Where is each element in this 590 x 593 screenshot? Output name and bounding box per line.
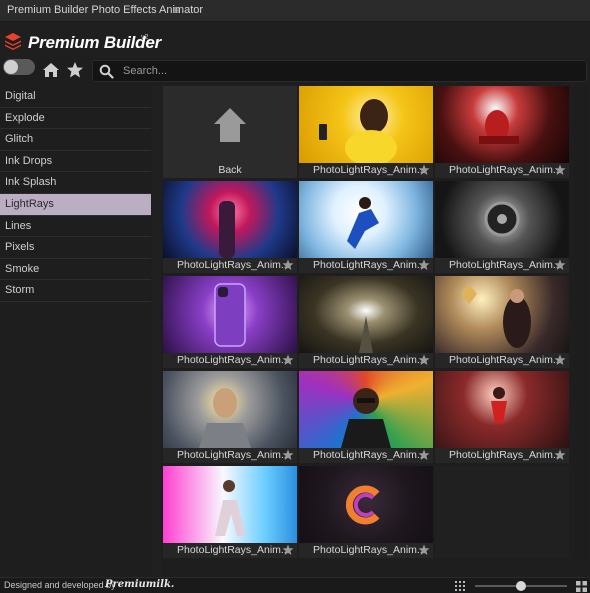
sidebar-item-pixels[interactable]: Pixels [0, 237, 151, 259]
preset-thumb [299, 276, 433, 353]
preset-label: PhotoLightRays_Anim... [435, 353, 569, 368]
search-box [92, 60, 587, 82]
favorite-star-icon[interactable] [554, 449, 566, 461]
favorite-star-icon[interactable] [418, 449, 430, 461]
preset-tile[interactable]: PhotoLightRays_Anim... [299, 466, 433, 558]
preset-tile[interactable]: PhotoLightRays_Anim... [299, 276, 433, 368]
favorite-star-icon[interactable] [554, 164, 566, 176]
preset-tile[interactable]: PhotoLightRays_Anim... [435, 86, 569, 178]
brand-header: Premium Builder v2 [0, 22, 590, 58]
preset-thumb [299, 86, 433, 163]
mode-toggle[interactable] [3, 59, 35, 75]
preset-label: PhotoLightRays_Anim... [299, 543, 433, 558]
preset-tile[interactable]: PhotoLightRays_Anim... [299, 181, 433, 273]
preset-thumb [435, 276, 569, 353]
favorite-star-icon[interactable] [418, 544, 430, 556]
sidebar-scrollbar[interactable] [152, 86, 161, 576]
search-input[interactable] [123, 63, 573, 79]
toolbar [0, 58, 590, 84]
preset-label: PhotoLightRays_Anim... [163, 448, 297, 463]
sidebar-item-lightrays[interactable]: LightRays [0, 193, 151, 216]
preset-tile[interactable]: PhotoLightRays_Anim... [163, 371, 297, 463]
sidebar-item-ink-splash[interactable]: Ink Splash [0, 172, 151, 194]
favorite-star-icon[interactable] [282, 544, 294, 556]
preset-label: PhotoLightRays_Anim... [163, 353, 297, 368]
preset-tile[interactable]: PhotoLightRays_Anim... [163, 276, 297, 368]
preset-tile[interactable]: PhotoLightRays_Anim... [163, 181, 297, 273]
preset-thumb [163, 466, 297, 543]
favorite-star-icon[interactable] [418, 354, 430, 366]
preset-label: PhotoLightRays_Anim... [163, 258, 297, 273]
preset-tile[interactable]: PhotoLightRays_Anim... [299, 86, 433, 178]
search-icon [99, 64, 114, 79]
back-tile[interactable]: Back [163, 86, 297, 178]
brand-version: v2 [141, 34, 149, 41]
grid-scrollbar[interactable] [575, 86, 588, 562]
preset-label: PhotoLightRays_Anim... [299, 353, 433, 368]
preset-thumb [299, 181, 433, 258]
back-label: Back [163, 163, 297, 178]
preset-thumb [435, 181, 569, 258]
preset-label: PhotoLightRays_Anim... [299, 258, 433, 273]
preset-label: PhotoLightRays_Anim... [435, 258, 569, 273]
category-sidebar: Digital Explode Glitch Ink Drops Ink Spl… [0, 86, 151, 576]
favorite-star-icon[interactable] [418, 259, 430, 271]
preset-tile[interactable]: PhotoLightRays_Anim... [435, 276, 569, 368]
sidebar-item-glitch[interactable]: Glitch [0, 129, 151, 151]
preset-thumb [163, 371, 297, 448]
favorite-star-icon[interactable] [554, 354, 566, 366]
preset-tile[interactable]: PhotoLightRays_Anim... [435, 371, 569, 463]
title-bar: Premium Builder Photo Effects Animator ≡ [0, 0, 590, 22]
preset-thumb [299, 466, 433, 543]
brand-signature: Premiumilk. [105, 579, 175, 590]
sidebar-item-digital[interactable]: Digital [0, 86, 151, 108]
preset-label: PhotoLightRays_Anim... [299, 448, 433, 463]
preset-label: PhotoLightRays_Anim... [435, 163, 569, 178]
favorite-star-icon[interactable] [554, 259, 566, 271]
preset-tile[interactable]: PhotoLightRays_Anim... [163, 466, 297, 558]
back-thumb [163, 86, 297, 163]
home-icon[interactable] [42, 62, 60, 78]
favorite-star-icon[interactable] [418, 164, 430, 176]
empty-slot [435, 466, 569, 558]
large-grid-icon[interactable] [576, 581, 587, 592]
preset-thumb [163, 181, 297, 258]
preset-tile[interactable]: PhotoLightRays_Anim... [299, 371, 433, 463]
preset-label: PhotoLightRays_Anim... [435, 448, 569, 463]
preset-grid: Back PhotoLightRays_Anim... PhotoLightRa… [163, 86, 573, 562]
footer: Designed and developed by Premiumilk. [0, 577, 590, 593]
sidebar-item-explode[interactable]: Explode [0, 108, 151, 130]
small-grid-icon[interactable] [455, 581, 465, 591]
credit-text: Designed and developed by [4, 580, 116, 590]
preset-tile[interactable]: PhotoLightRays_Anim... [435, 181, 569, 273]
preset-thumb [163, 276, 297, 353]
sidebar-item-ink-drops[interactable]: Ink Drops [0, 151, 151, 173]
favorites-star-icon[interactable] [66, 61, 84, 79]
sidebar-item-smoke[interactable]: Smoke [0, 259, 151, 281]
favorite-star-icon[interactable] [282, 354, 294, 366]
favorite-star-icon[interactable] [282, 259, 294, 271]
layers-logo-icon [5, 33, 21, 50]
preset-label: PhotoLightRays_Anim... [299, 163, 433, 178]
toggle-knob [4, 60, 18, 74]
preset-thumb [435, 86, 569, 163]
up-arrow-icon [214, 108, 246, 142]
favorite-star-icon[interactable] [282, 449, 294, 461]
sidebar-item-storm[interactable]: Storm [0, 280, 151, 302]
preset-label: PhotoLightRays_Anim... [163, 543, 297, 558]
slider-knob[interactable] [516, 581, 526, 591]
preset-thumb [299, 371, 433, 448]
sidebar-item-lines[interactable]: Lines [0, 216, 151, 238]
hamburger-menu-icon[interactable]: ≡ [173, 3, 180, 17]
preset-thumb [435, 371, 569, 448]
